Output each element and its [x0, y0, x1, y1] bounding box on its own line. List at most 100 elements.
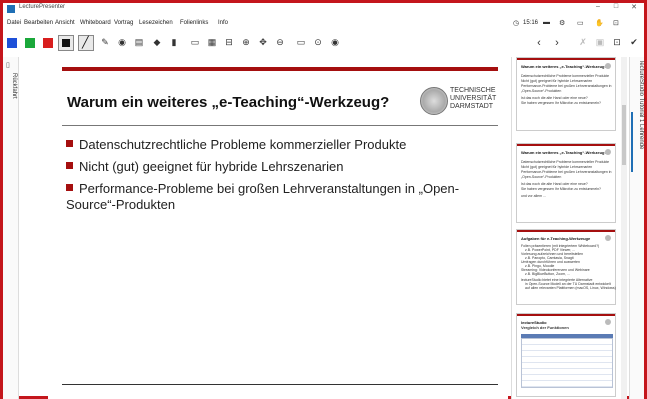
- maximize-icon[interactable]: □: [607, 3, 625, 10]
- thumb-line: „Open-Source“-Produkten: [521, 175, 562, 179]
- bookmark-icon: ▯: [6, 62, 10, 69]
- menu-item-vortrag[interactable]: Vortrag: [114, 20, 133, 26]
- thumb-line: Ist das noch die alte Hand oder eine neu…: [521, 96, 588, 100]
- university-seal-logo: [420, 87, 448, 115]
- thumb-logo: [605, 235, 611, 241]
- slide-thumbnail[interactable]: Warum ein weiteres „e-Teaching“-Werkzeug…: [516, 143, 616, 223]
- chat-icon[interactable]: ▭: [577, 19, 584, 27]
- thumb-line: „Open-Source“-Produkten: [521, 89, 562, 93]
- clock-time: 15:16: [523, 20, 539, 26]
- slide-thumbnail[interactable]: Warum ein weiteres „e-Teaching“-Werkzeug…: [516, 57, 616, 131]
- thumb-title: Warum ein weiteres „e-Teaching“-Werkzeug…: [521, 150, 607, 155]
- pointer-icon[interactable]: ◉: [116, 37, 128, 48]
- logo-line: TECHNISCHE: [450, 87, 496, 94]
- thumb-line: Datenschutzrechtliche Probleme kommerzie…: [521, 160, 610, 164]
- bullet-text: Nicht (gut) geeignet für hybride Lehrsze…: [79, 159, 344, 174]
- bullet-marker: [66, 162, 73, 170]
- color-black-selected[interactable]: [58, 35, 74, 51]
- thumb-line: Ist das noch die alte Hand oder eine neu…: [521, 182, 588, 186]
- app-logo-icon: [7, 5, 15, 13]
- mic-off-icon[interactable]: ✗: [577, 37, 589, 48]
- highlighter-icon[interactable]: ✎: [99, 37, 111, 48]
- menu-item-info[interactable]: Info: [218, 20, 228, 26]
- logo-line: DARMSTADT: [450, 103, 494, 110]
- settings-icon[interactable]: ⚙: [559, 19, 565, 27]
- thumb-header-rule: [517, 230, 615, 232]
- menu-item-lesezeichen[interactable]: Lesezeichen: [139, 20, 173, 26]
- thumb-line: Sie haben vergessen Ihr Mikrofon zu ents…: [521, 101, 601, 105]
- right-side-panel[interactable]: lectureStudio Tutorial 1 Lehrende: [629, 57, 644, 399]
- color-red-button[interactable]: [43, 38, 53, 48]
- thumb-line: auf allen relevanten Plattformen (macOS,…: [525, 286, 616, 290]
- pen-icon: ╱: [82, 37, 89, 49]
- thumb-line: und vor allem ...: [521, 194, 546, 198]
- thumb-line: Performance-Probleme bei großen Lehrvera…: [521, 170, 612, 174]
- thumb-line: Nicht (gut) geeignet für hybride Lehrsze…: [521, 165, 593, 169]
- slide-bullet: Nicht (gut) geeignet für hybride Lehrsze…: [66, 159, 486, 175]
- check-icon[interactable]: ✔: [628, 37, 640, 48]
- thumb-logo: [605, 319, 611, 325]
- camera-off-icon[interactable]: ▣: [594, 37, 606, 48]
- whiteboard-icon[interactable]: ▭: [189, 37, 201, 48]
- clock-icon: ◷: [513, 20, 520, 27]
- delete-icon[interactable]: ▮: [168, 37, 180, 48]
- menu-item-folienlinks[interactable]: Folienlinks: [180, 20, 208, 26]
- menu-item-bearbeiten[interactable]: Bearbeiten: [24, 20, 53, 26]
- color-green-button[interactable]: [25, 38, 35, 48]
- menu-item-whiteboard[interactable]: Whiteboard: [80, 20, 111, 26]
- screen-icon[interactable]: ⊡: [613, 19, 619, 27]
- thumb-line: Nicht (gut) geeignet für hybride Lehrsze…: [521, 79, 593, 83]
- zoom-out-icon[interactable]: ⊖: [274, 37, 286, 48]
- color-blue-button[interactable]: [7, 38, 17, 48]
- battery-icon: ▬: [543, 19, 550, 26]
- move-icon[interactable]: ✥: [257, 37, 269, 48]
- minimize-icon[interactable]: –: [589, 3, 607, 10]
- close-icon[interactable]: ✕: [625, 3, 643, 11]
- thumb-title: Warum ein weiteres „e-Teaching“-Werkzeug…: [521, 64, 607, 69]
- university-logo-text: TECHNISCHE UNIVERSITÄT DARMSTADT: [450, 87, 506, 111]
- stream-icon[interactable]: ⊡: [611, 37, 623, 48]
- thumb-line: z.B. BigBlueButton, Zoom, ...: [525, 272, 570, 276]
- eraser-icon[interactable]: ◆: [151, 37, 163, 48]
- scrollbar-thumb[interactable]: [622, 105, 626, 165]
- app-window: LecturePresenter – □ ✕ Datei Bearbeiten …: [0, 0, 647, 399]
- menu-item-ansicht[interactable]: Ansicht: [55, 20, 75, 26]
- thumbnail-scrollbar[interactable]: [621, 57, 627, 399]
- extend-icon[interactable]: ⊟: [223, 37, 235, 48]
- toolbar: ╱ ✎ ◉ ▤ ◆ ▮ ▭ ▦ ⊟ ⊕ ✥ ⊖ ▭ ⊙ ◉ ‹ › ✗ ▣ ⊡ …: [3, 33, 644, 55]
- slide-footer-rule: [62, 384, 498, 385]
- bullet-marker: [66, 184, 73, 192]
- slide-thumbnail[interactable]: lectureStudio Vergleich der Funktionen: [516, 313, 616, 397]
- thumb-header-rule: [517, 144, 615, 146]
- thumb-header-rule: [517, 314, 615, 316]
- title-bar: LecturePresenter – □ ✕: [3, 3, 644, 16]
- hand-icon[interactable]: ✋: [595, 19, 604, 27]
- logo-line: UNIVERSITÄT: [450, 95, 497, 102]
- slide-title-divider: [62, 125, 498, 126]
- pen-tool-selected[interactable]: ╱: [78, 35, 94, 51]
- text-tool-icon[interactable]: ▤: [133, 37, 145, 48]
- slide-bullet: Performance-Probleme bei großen Lehrvera…: [66, 181, 486, 213]
- thumb-comparison-table: [521, 338, 613, 388]
- stop-icon[interactable]: ⊙: [312, 37, 324, 48]
- bullet-marker: [66, 140, 73, 148]
- slide-thumbnail[interactable]: Aufgaben für e-Teaching-Werkzeuge Folien…: [516, 229, 616, 305]
- previous-slide-icon[interactable]: ‹: [533, 37, 545, 49]
- left-panel-label: Rückfahrt: [11, 73, 17, 99]
- screen-share-icon[interactable]: ▭: [295, 37, 307, 48]
- bullet-text: Datenschutzrechtliche Probleme kommerzie…: [79, 137, 407, 152]
- menu-item-datei[interactable]: Datei: [7, 20, 21, 26]
- zoom-in-icon[interactable]: ⊕: [240, 37, 252, 48]
- thumb-line: Sie haben vergessen Ihr Mikrofon zu ents…: [521, 187, 601, 191]
- record-icon[interactable]: ◉: [329, 37, 341, 48]
- menu-bar: Datei Bearbeiten Ansicht Whiteboard Vort…: [3, 17, 644, 31]
- grid-icon[interactable]: ▦: [206, 37, 218, 48]
- next-slide-icon[interactable]: ›: [551, 37, 563, 49]
- window-title: LecturePresenter: [19, 4, 66, 10]
- bullet-text: Performance-Probleme bei großen Lehrvera…: [66, 181, 460, 212]
- thumb-header-rule: [517, 58, 615, 60]
- thumb-subtitle: Vergleich der Funktionen: [521, 325, 569, 330]
- left-side-panel[interactable]: ▯ Rückfahrt: [3, 57, 19, 399]
- slide-header-rule: [62, 67, 498, 71]
- slide-canvas[interactable]: Warum ein weiteres „e-Teaching“-Werkzeug…: [48, 57, 508, 399]
